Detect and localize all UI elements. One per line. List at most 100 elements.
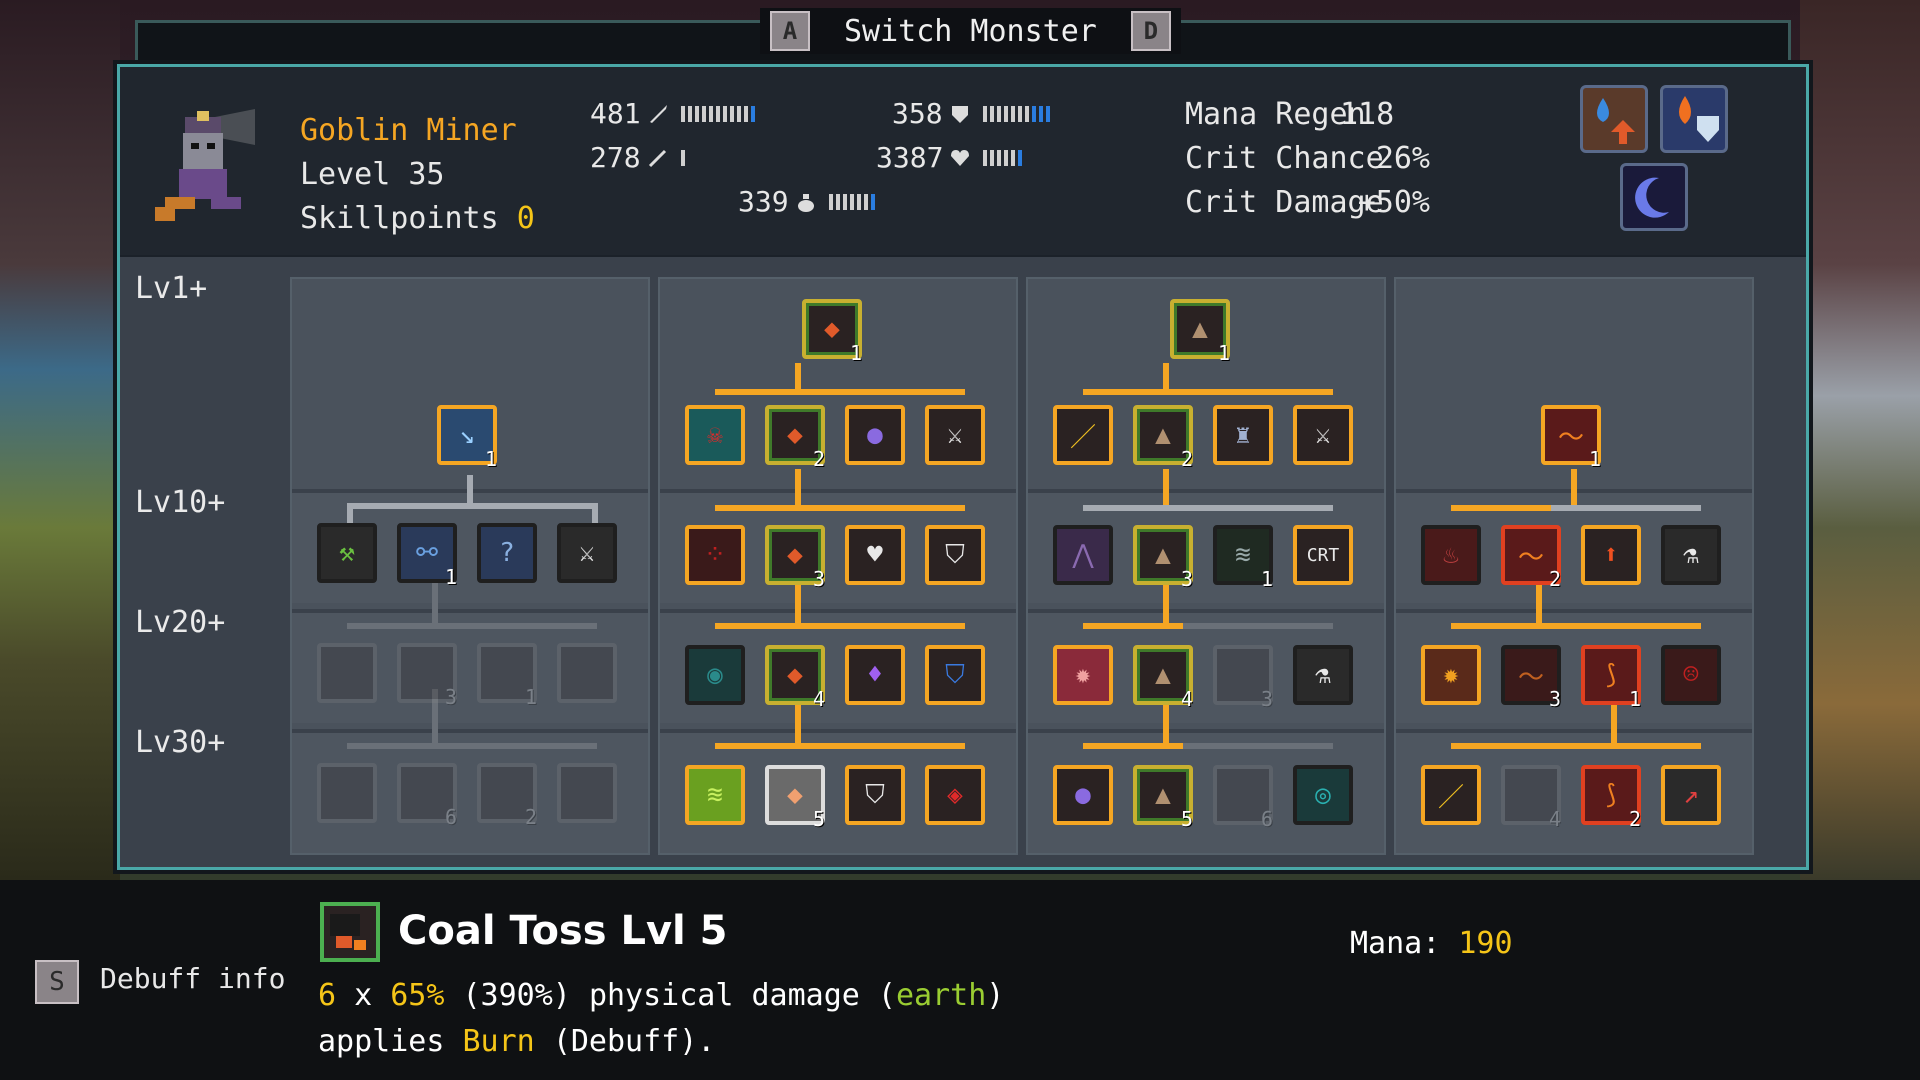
potion-icon [797, 193, 814, 212]
skill-poison-hammer-icon[interactable]: ⚒ [317, 523, 377, 583]
mana-cost-value: 190 [1458, 926, 1513, 961]
water-up-icon[interactable] [1580, 85, 1648, 153]
effect-type: (Debuff). [552, 1024, 716, 1059]
skill-portal-icon[interactable]: ◎ [1293, 765, 1353, 825]
skill-fire-chain-2-icon[interactable]: ⟆ 2 [1581, 765, 1641, 831]
skill-fire-chain-icon[interactable]: ⟆ 1 [1581, 645, 1641, 711]
skill-unknown-icon[interactable]: ? [477, 523, 537, 583]
skill-locked-icon[interactable] [317, 763, 377, 823]
skill-locked-icon[interactable] [557, 763, 617, 823]
skill-rock-4-icon[interactable]: ▲ 4 [1133, 645, 1193, 711]
applies-text: applies [318, 1024, 445, 1059]
fire-shield-icon[interactable] [1660, 85, 1728, 153]
row-label-lv1: Lv1+ [135, 271, 208, 306]
skill-mana-up-icon[interactable]: ⚗ [1661, 525, 1721, 585]
skill-locked-icon[interactable]: 3 [1213, 645, 1273, 711]
health-stat: 3387 [876, 141, 1023, 174]
skill-red-gem-icon[interactable]: ◈ [925, 765, 985, 825]
row-label-lv30: Lv30+ [135, 725, 226, 760]
connector [347, 503, 597, 509]
switch-monster-label: Switch Monster [844, 13, 1097, 49]
monster-level: Level 35 [300, 157, 445, 192]
skill-crit-icon[interactable]: CRT [1293, 525, 1353, 585]
skill-attack-up-icon[interactable]: ⚔ [925, 405, 985, 465]
skill-coal-toss-selected-icon[interactable]: ◆ 5 [765, 765, 825, 831]
skill-green-wave-icon[interactable]: ≋ [685, 765, 745, 825]
goblin-miner-sprite [155, 109, 255, 221]
damage-type-text: physical damage ( [588, 978, 896, 1013]
skill-defense-up-2-icon[interactable]: ⛉ [845, 765, 905, 825]
skill-claw-icon[interactable]: ✹ [1053, 645, 1113, 705]
magic-value: 278 [590, 141, 641, 174]
skill-locked-icon[interactable]: 2 [477, 763, 537, 829]
key-d-button[interactable]: D [1130, 11, 1171, 51]
monster-name: Goblin Miner [300, 113, 517, 148]
debuff-info-label[interactable]: Debuff info [100, 962, 285, 995]
skill-bubble-icon[interactable]: ● [845, 405, 905, 465]
skillpoints-value: 0 [516, 201, 535, 236]
skill-locked-icon[interactable]: 6 [1213, 765, 1273, 831]
skill-coal-toss-4-icon[interactable]: ◆ 4 [765, 645, 825, 711]
skill-skull-orb-icon[interactable]: ☠ [685, 405, 745, 465]
skill-locked-icon[interactable]: 3 [397, 643, 457, 709]
skill-column-3: ▲ 1 ／ ▲ 2 ♜ ⚔ ⋀ ▲ 3 ≋ 1 CRT ✹ ▲ 4 3 ⚗ ● ▲ 5 6 … [1026, 277, 1386, 855]
connector [1163, 579, 1169, 625]
skill-bubble-2-icon[interactable]: ● [1053, 765, 1113, 825]
skill-coal-toss-3-icon[interactable]: ◆ 3 [765, 525, 825, 591]
skill-fire-slash-2-icon[interactable]: 〜 2 [1501, 525, 1561, 591]
connector [1611, 699, 1617, 745]
connector [1083, 505, 1333, 511]
background-left [0, 0, 120, 880]
skill-sword-buff-icon[interactable]: ⚔ [557, 523, 617, 583]
mana-regen-label: Mana Regen [1185, 97, 1366, 132]
skill-demon-face-icon[interactable]: ☹ [1661, 645, 1721, 705]
moon-icon[interactable] [1620, 163, 1688, 231]
sword-icon [649, 104, 667, 123]
skill-locked-icon[interactable] [557, 643, 617, 703]
skill-fire-sword-icon[interactable]: ／ [1421, 765, 1481, 825]
skill-wave-icon[interactable]: ≋ 1 [1213, 525, 1273, 591]
hit-count: 6 [318, 978, 337, 1013]
skill-attack-up-icon[interactable]: ⚔ [1293, 405, 1353, 465]
row-label-lv10: Lv10+ [135, 485, 226, 520]
skill-red-arrow-icon[interactable]: ↗ [1661, 765, 1721, 825]
skill-blue-shield-icon[interactable]: ⛉ [925, 645, 985, 705]
skill-dash-icon[interactable]: ↘ 1 [437, 405, 497, 471]
skill-locked-icon[interactable] [317, 643, 377, 703]
heart-icon [951, 149, 970, 166]
attack-value: 481 [590, 97, 641, 130]
skill-rock-2-icon[interactable]: ▲ 2 [1133, 405, 1193, 471]
connector [715, 505, 965, 511]
skill-fireball-icon[interactable]: ✹ [1421, 645, 1481, 705]
skill-blood-dots-icon[interactable]: ⁘ [685, 525, 745, 585]
skill-fire-up-icon[interactable]: ♨ [1421, 525, 1481, 585]
skill-purple-flame-icon[interactable]: ♦ [845, 645, 905, 705]
key-a-button[interactable]: A [770, 11, 810, 51]
skill-fire-slash-3-icon[interactable]: 〜 3 [1501, 645, 1561, 711]
wand-icon [648, 149, 666, 167]
skill-locked-icon[interactable]: 4 [1501, 765, 1561, 831]
skill-coal-toss-2-icon[interactable]: ◆ 2 [765, 405, 825, 471]
skill-coal-toss-base-icon[interactable]: ◆ 1 [802, 299, 862, 365]
mana-cost: Mana: 190 [1350, 926, 1513, 961]
skill-knight-icon[interactable]: ♜ [1213, 405, 1273, 465]
skill-fire-slash-icon[interactable]: 〜 1 [1541, 405, 1601, 471]
key-s-button[interactable]: S [35, 960, 79, 1004]
connector [1183, 623, 1333, 629]
skill-defense-up-icon[interactable]: ⛉ [925, 525, 985, 585]
skill-dark-vortex-icon[interactable]: ◉ [685, 645, 745, 705]
skill-golden-sword-icon[interactable]: ／ [1053, 405, 1113, 465]
skill-fire-water-icon[interactable]: ⬆ [1581, 525, 1641, 585]
skill-mana-up-icon[interactable]: ⚗ [1293, 645, 1353, 705]
skill-locked-icon[interactable]: 6 [397, 763, 457, 829]
skill-dark-spikes-icon[interactable]: ⋀ [1053, 525, 1113, 585]
skill-rock-base-icon[interactable]: ▲ 1 [1170, 299, 1230, 365]
skill-health-up-icon[interactable]: ♥ [845, 525, 905, 585]
monster-header: Goblin Miner Level 35 Skillpoints 0 481 … [120, 67, 1806, 255]
skill-bind-icon[interactable]: ⚯ 1 [397, 523, 457, 589]
connector [347, 623, 597, 629]
skill-rock-3-icon[interactable]: ▲ 3 [1133, 525, 1193, 591]
skill-locked-icon[interactable]: 1 [477, 643, 537, 709]
skill-rock-5-icon[interactable]: ▲ 5 [1133, 765, 1193, 831]
mana-stat: 339 [738, 185, 875, 218]
